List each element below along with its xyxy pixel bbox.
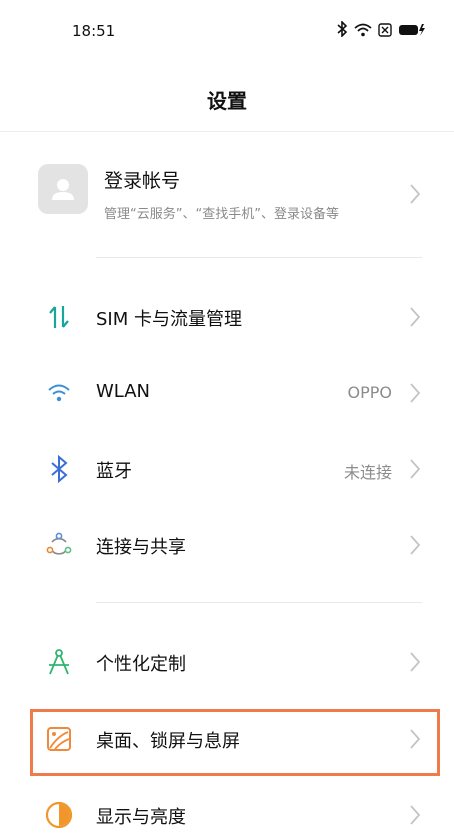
bluetooth-icon	[44, 454, 74, 484]
settings-item-label: 个性化定制	[96, 654, 186, 675]
chevron-right-icon	[410, 383, 421, 403]
wifi-icon	[44, 378, 74, 408]
title-bar: 设置	[0, 60, 454, 132]
user-avatar-icon	[38, 164, 88, 214]
settings-item-label: 连接与共享	[96, 537, 186, 558]
settings-item-personalize[interactable]: 个性化定制	[0, 627, 454, 697]
settings-item-label: WLAN	[96, 381, 151, 402]
share-nodes-icon	[44, 530, 74, 560]
settings-item-value: 未连接	[343, 463, 392, 482]
chevron-right-icon	[410, 459, 421, 479]
status-bar: 18:51	[0, 0, 454, 60]
settings-item-label: 显示与亮度	[96, 807, 186, 828]
highlight-box	[30, 709, 440, 776]
bluetooth-icon	[336, 20, 348, 41]
chevron-right-icon	[410, 307, 421, 327]
page-title: 设置	[207, 89, 247, 113]
account-row[interactable]: 登录帐号 管理“云服务”、“查找手机”、登录设备等	[0, 140, 454, 250]
status-time: 18:51	[72, 22, 116, 40]
compass-icon	[44, 647, 74, 677]
settings-item-bluetooth[interactable]: 蓝牙 未连接	[0, 434, 454, 504]
divider	[96, 257, 422, 258]
sim-off-icon	[378, 22, 392, 41]
settings-item-label: SIM 卡与流量管理	[96, 309, 242, 330]
brightness-icon	[44, 800, 74, 830]
account-subtitle: 管理“云服务”、“查找手机”、登录设备等	[104, 207, 339, 222]
chevron-right-icon	[410, 805, 421, 825]
wifi-icon	[354, 22, 372, 41]
settings-item-connection[interactable]: 连接与共享	[0, 510, 454, 580]
chevron-right-icon	[410, 535, 421, 555]
chevron-right-icon	[410, 652, 421, 672]
account-title: 登录帐号	[104, 170, 181, 192]
settings-item-display[interactable]: 显示与亮度	[0, 780, 454, 835]
settings-item-wlan[interactable]: WLAN OPPO	[0, 358, 454, 428]
settings-item-sim[interactable]: SIM 卡与流量管理	[0, 282, 454, 352]
settings-item-label: 蓝牙	[96, 461, 132, 482]
battery-charging-icon	[398, 22, 426, 41]
status-icons	[336, 20, 426, 41]
settings-item-value: OPPO	[347, 383, 392, 402]
divider	[96, 602, 422, 603]
chevron-right-icon	[410, 184, 421, 204]
sim-data-icon	[44, 302, 74, 332]
